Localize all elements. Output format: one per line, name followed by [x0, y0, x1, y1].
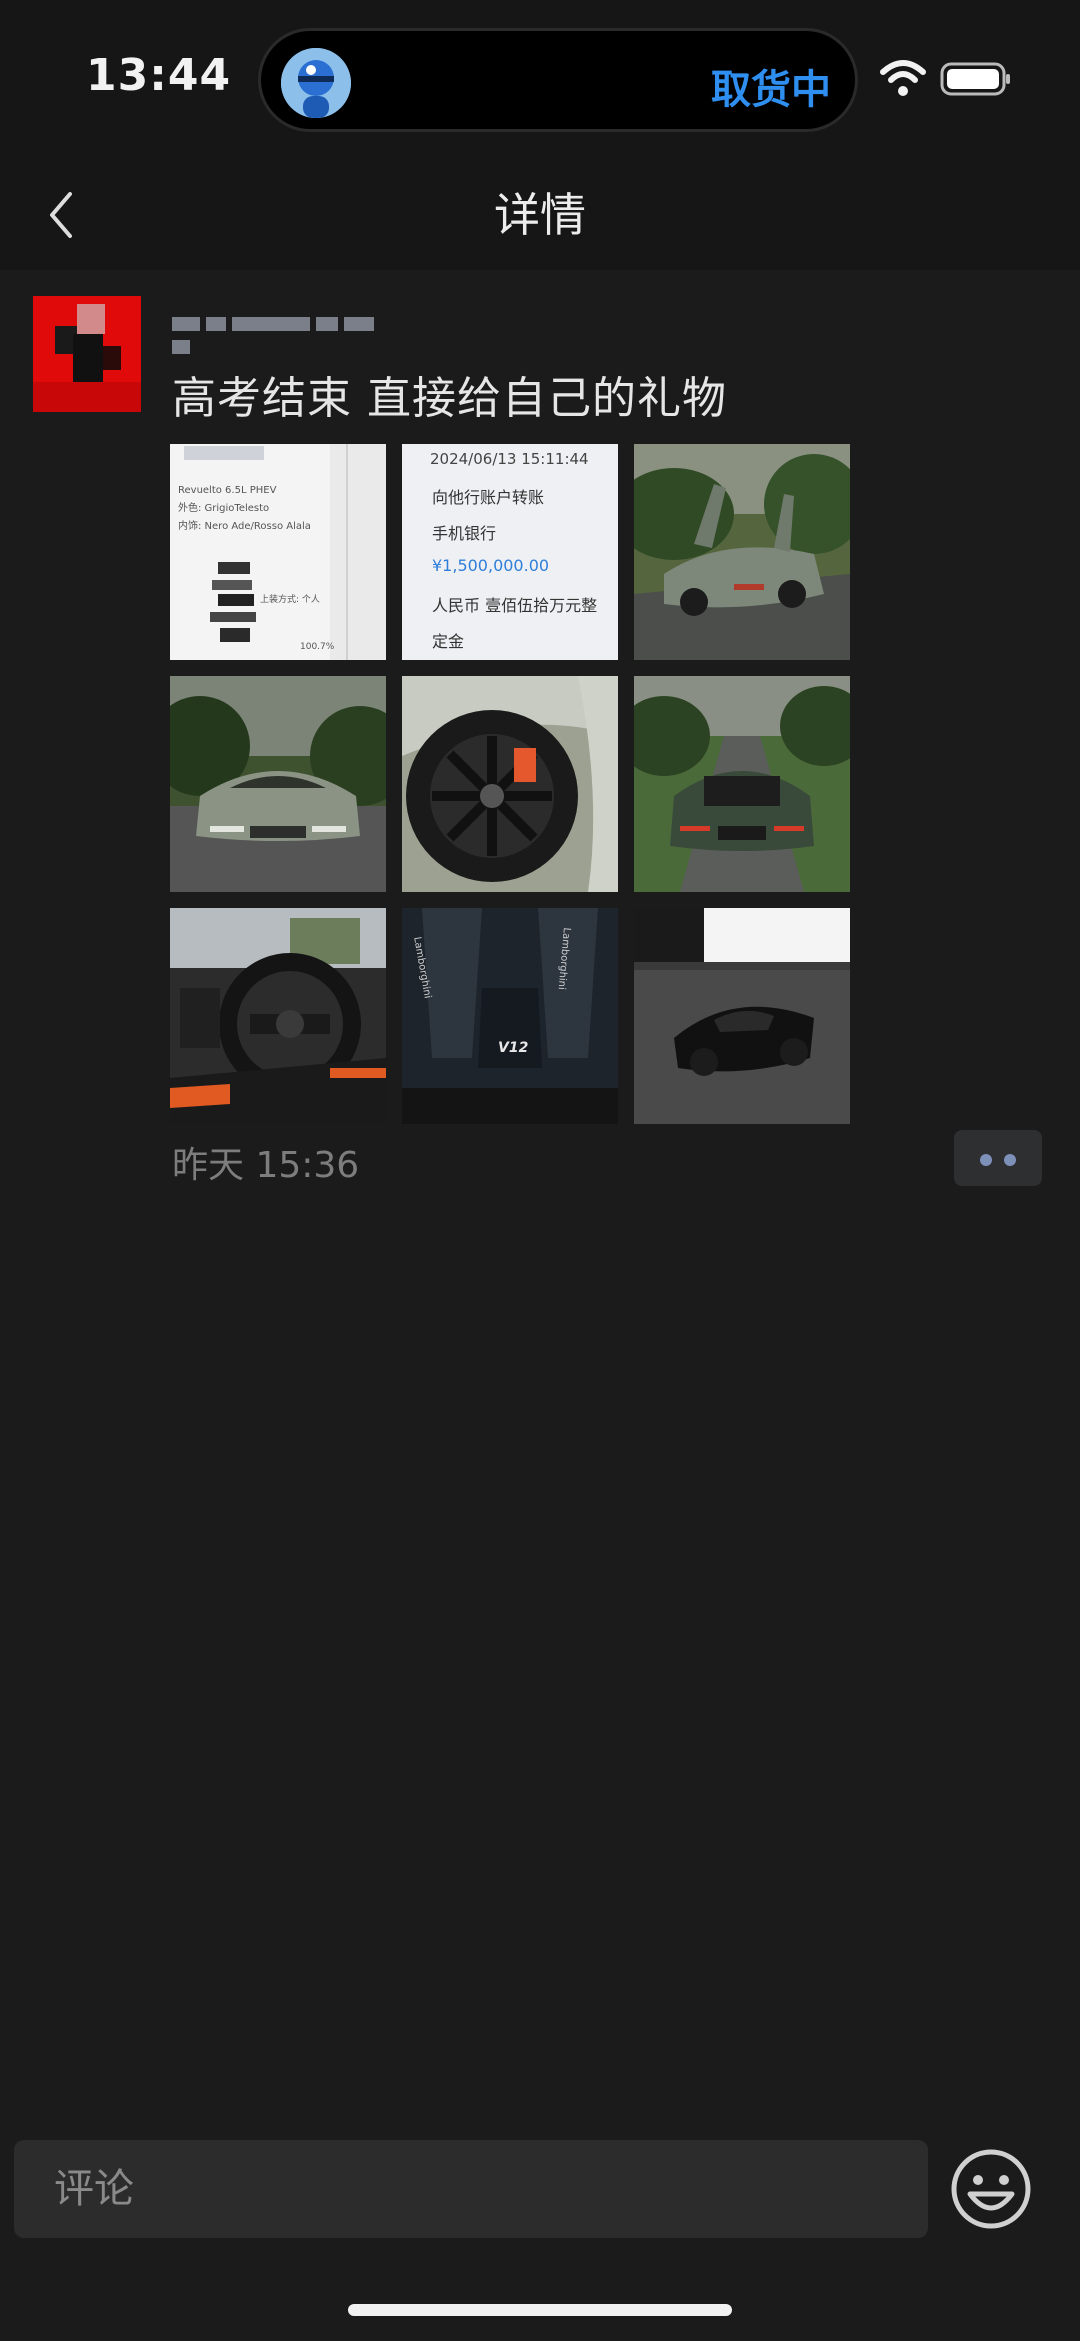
- transfer-amount: ¥1,500,000.00: [432, 556, 550, 575]
- nav-bar: 详情: [0, 160, 1080, 270]
- battery-icon: [940, 62, 1010, 96]
- username-redacted[interactable]: [172, 308, 402, 354]
- transfer-type: 向他行账户转账: [432, 488, 545, 507]
- post-text: 高考结束 直接给自己的礼物: [172, 373, 727, 424]
- photo-car-wheel[interactable]: [402, 676, 618, 892]
- dot-icon: [1004, 1154, 1016, 1166]
- receipt-redaction: [184, 444, 386, 660]
- status-bar: 13:44 取货中: [0, 0, 1080, 160]
- post-timestamp: 昨天 15:36: [172, 1145, 360, 1186]
- page-title: 详情: [494, 188, 586, 242]
- photo-car-doors-open[interactable]: [634, 444, 850, 660]
- home-indicator[interactable]: [348, 2304, 732, 2316]
- delivery-status: 取货中: [711, 67, 831, 113]
- photo-engine-cover[interactable]: Lamborghini Lamborghini V12: [402, 908, 618, 1124]
- dynamic-island[interactable]: 取货中: [258, 28, 858, 132]
- photo-car-interior[interactable]: [170, 908, 386, 1124]
- transfer-amount-words: 人民币 壹佰伍拾万元整: [432, 596, 598, 615]
- delivery-avatar-icon: [281, 48, 351, 118]
- photo-transfer-receipt[interactable]: 2024/06/13 15:11:44 向他行账户转账 手机银行 ¥1,500,…: [402, 444, 618, 660]
- comment-input[interactable]: [14, 2140, 928, 2238]
- receipt-line: 上装方式: 个人: [260, 595, 320, 605]
- receipt-line: 100.7%: [300, 642, 335, 652]
- transfer-purpose: 定金: [432, 632, 465, 651]
- transfer-channel: 手机银行: [432, 524, 497, 543]
- wifi-icon: [880, 60, 926, 96]
- comment-bar: [0, 2130, 1080, 2260]
- engine-v12-badge: V12: [498, 1040, 529, 1056]
- photo-receipt[interactable]: Revuelto 6.5L PHEV 外色: GrigioTelesto 内饰:…: [170, 444, 386, 660]
- photo-car-front[interactable]: [170, 676, 386, 892]
- photo-car-rear[interactable]: [634, 676, 850, 892]
- emoji-icon[interactable]: [950, 2148, 1032, 2230]
- transfer-time: 2024/06/13 15:11:44: [430, 450, 589, 468]
- avatar[interactable]: [33, 296, 141, 412]
- more-options-button[interactable]: [954, 1130, 1042, 1186]
- photo-car-black[interactable]: [634, 908, 850, 1124]
- status-time: 13:44: [86, 50, 232, 101]
- dot-icon: [980, 1154, 992, 1166]
